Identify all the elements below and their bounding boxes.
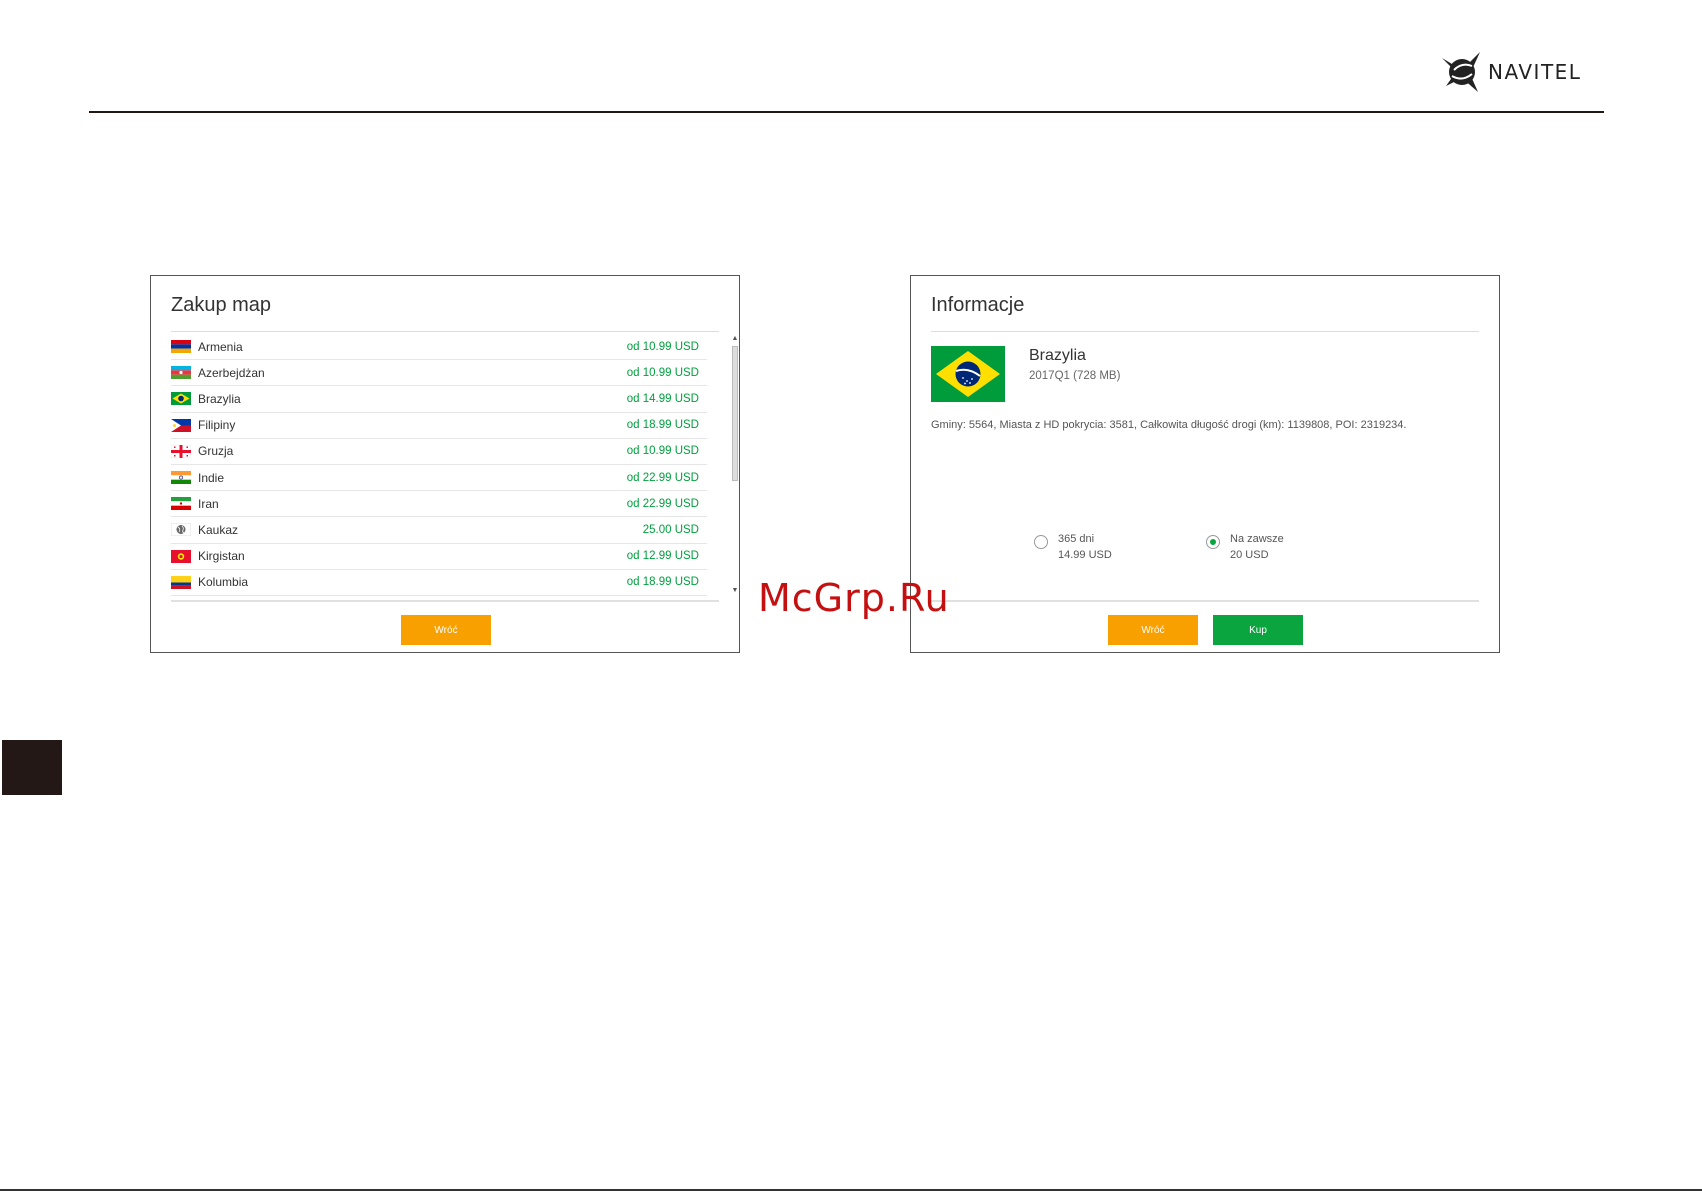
- brazil-flag-icon: [931, 346, 1005, 402]
- map-name: Indie: [198, 470, 225, 485]
- map-price: od 10.99 USD: [626, 445, 699, 458]
- map-name: Iran: [198, 496, 219, 511]
- radio-forever[interactable]: [1206, 535, 1220, 549]
- footer-divider: [171, 600, 719, 602]
- map-price: od 22.99 USD: [626, 471, 699, 484]
- list-item[interactable]: Azerbejdżan od 10.99 USD: [171, 360, 707, 387]
- map-price: 25.00 USD: [642, 523, 699, 536]
- brazil-flag-icon: [171, 392, 191, 406]
- map-name: Filipiny: [198, 418, 236, 433]
- list-item[interactable]: Kolumbia od 18.99 USD: [171, 570, 707, 596]
- watermark: McGrp.Ru: [758, 576, 950, 620]
- map-name: Gruzja: [198, 444, 234, 459]
- map-price: od 10.99 USD: [626, 366, 699, 379]
- map-price: od 18.99 USD: [626, 419, 699, 432]
- map-price: od 22.99 USD: [626, 497, 699, 510]
- map-name: Brazylia: [198, 391, 241, 406]
- kyrgyzstan-flag-icon: [171, 549, 191, 563]
- radio-365-days[interactable]: [1034, 535, 1048, 549]
- option-price: 14.99 USD: [1058, 549, 1112, 561]
- back-button[interactable]: Wróć: [1108, 615, 1198, 645]
- map-price: od 12.99 USD: [626, 550, 699, 563]
- option-period: 365 dni: [1058, 533, 1095, 545]
- armenia-flag-icon: [171, 340, 191, 354]
- buy-maps-panel: Zakup map Armenia od 10.99 USD Azerbejdż…: [150, 275, 740, 653]
- country-name: Brazylia: [1029, 347, 1086, 364]
- colombia-flag-icon: [171, 575, 191, 589]
- list-item[interactable]: Kaukaz 25.00 USD: [171, 517, 707, 544]
- list-scrollbar[interactable]: ▲ ▼: [731, 334, 739, 596]
- header-divider: [89, 111, 1604, 113]
- scroll-down-arrow-icon[interactable]: ▼: [731, 586, 739, 596]
- option-forever[interactable]: Na zawsze 20 USD: [1206, 531, 1284, 563]
- option-365-days[interactable]: 365 dni 14.99 USD: [1034, 531, 1112, 563]
- map-stats: Gminy: 5564, Miasta z HD pokrycia: 3581,…: [931, 419, 1407, 431]
- india-flag-icon: [171, 471, 191, 485]
- map-price: od 14.99 USD: [626, 392, 699, 405]
- title-divider: [931, 331, 1479, 332]
- panel-title: Zakup map: [171, 294, 272, 316]
- globe-icon: [171, 523, 191, 537]
- option-price: 20 USD: [1230, 549, 1269, 561]
- back-button[interactable]: Wróć: [401, 615, 491, 645]
- iran-flag-icon: [171, 497, 191, 511]
- list-item[interactable]: Iran od 22.99 USD: [171, 491, 707, 518]
- scroll-up-arrow-icon[interactable]: ▲: [731, 334, 739, 344]
- page-side-tab: [2, 740, 62, 795]
- buy-button[interactable]: Kup: [1213, 615, 1303, 645]
- map-name: Armenia: [198, 339, 243, 354]
- map-version: 2017Q1 (728 MB): [1029, 370, 1121, 382]
- map-info-panel: Informacje Brazylia 2017Q1 (728 MB) Gmin…: [910, 275, 1500, 653]
- map-name: Kolumbia: [198, 575, 249, 590]
- map-price: od 18.99 USD: [626, 576, 699, 589]
- option-period: Na zawsze: [1230, 533, 1284, 545]
- list-item[interactable]: Kirgistan od 12.99 USD: [171, 544, 707, 570]
- map-name: Azerbejdżan: [198, 365, 265, 380]
- scroll-thumb[interactable]: [732, 346, 738, 481]
- list-item[interactable]: Filipiny od 18.99 USD: [171, 413, 707, 439]
- map-list: Armenia od 10.99 USD Azerbejdżan od 10.9…: [171, 334, 707, 596]
- georgia-flag-icon: [171, 444, 191, 458]
- footer-line: [0, 1189, 1702, 1191]
- brand-name: NAVITEL: [1488, 60, 1582, 84]
- list-item[interactable]: Brazylia od 14.99 USD: [171, 386, 707, 413]
- navitel-bird-icon: [1442, 52, 1480, 92]
- list-item[interactable]: Gruzja od 10.99 USD: [171, 439, 707, 465]
- navitel-logo: NAVITEL: [1440, 46, 1581, 96]
- philippines-flag-icon: [171, 418, 191, 432]
- footer-divider: [931, 600, 1479, 602]
- map-name: Kaukaz: [198, 522, 239, 537]
- map-name: Kirgistan: [198, 549, 245, 564]
- list-item[interactable]: Armenia od 10.99 USD: [171, 334, 707, 361]
- list-item[interactable]: Indie od 22.99 USD: [171, 465, 707, 492]
- map-price: od 10.99 USD: [626, 340, 699, 353]
- panel-title: Informacje: [931, 294, 1025, 316]
- title-divider: [171, 331, 719, 332]
- azerbaijan-flag-icon: [171, 366, 191, 380]
